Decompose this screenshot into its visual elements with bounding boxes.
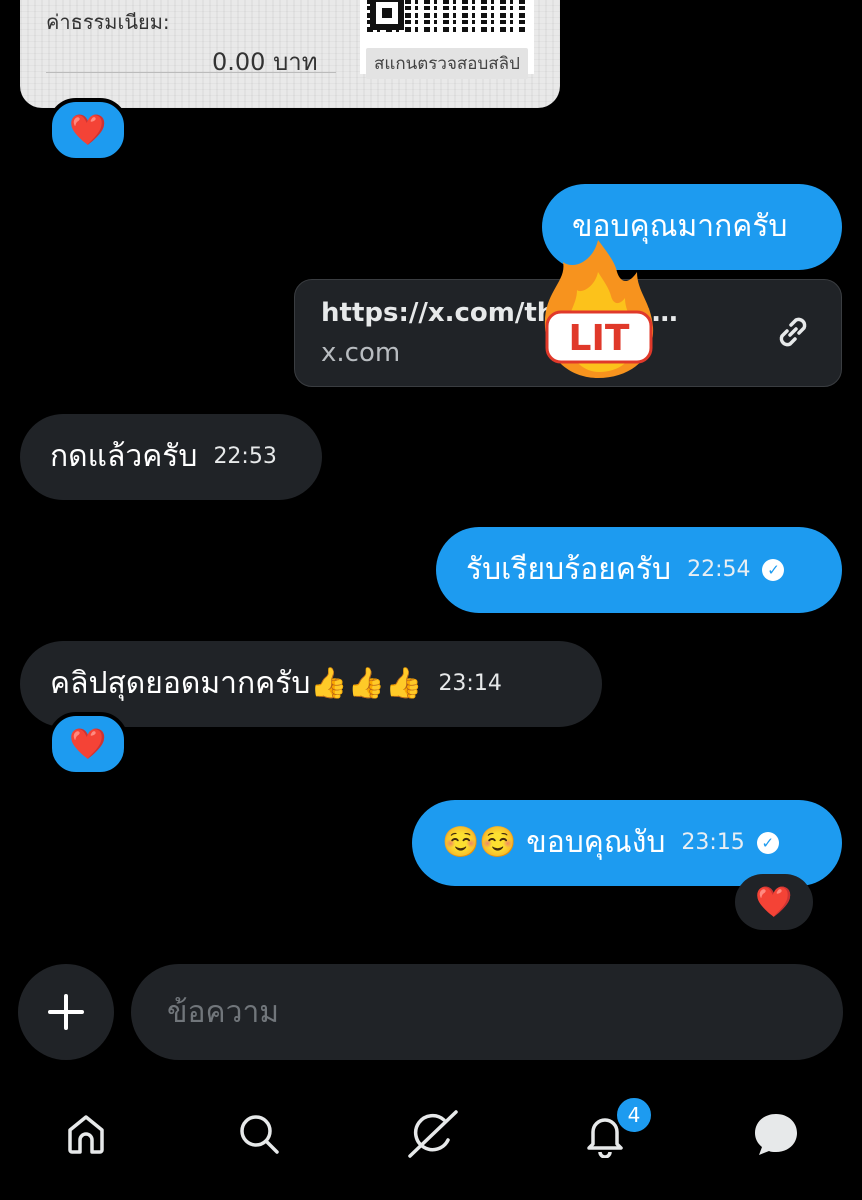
heart-icon: ❤️ [69, 112, 107, 148]
heart-icon: ❤️ [755, 884, 793, 920]
nav-home[interactable] [56, 1104, 116, 1164]
nav-grok[interactable] [402, 1104, 462, 1164]
fee-label: ค่าธรรมเนียม: [46, 10, 170, 34]
reaction-heart-receipt[interactable]: ❤️ [48, 98, 128, 162]
message-input[interactable]: ข้อความ [131, 964, 843, 1060]
message-bubble-out[interactable]: รับเรียบร้อยครับ 22:54 ✓ [436, 527, 842, 613]
message-bubble-in[interactable]: กดแล้วครับ 22:53 [20, 414, 322, 500]
reaction-heart-thanks[interactable]: ❤️ [735, 874, 813, 930]
nav-search[interactable] [229, 1104, 289, 1164]
link-domain: x.com [321, 338, 401, 368]
scan-label: สแกนตรวจสอบสลิป [366, 48, 528, 79]
lit-fire-sticker: LIT [544, 240, 654, 378]
reaction-heart-clip[interactable]: ❤️ [48, 712, 128, 776]
message-time: 22:53 [213, 444, 277, 469]
add-attachment-button[interactable] [18, 964, 114, 1060]
messages-icon [755, 1114, 797, 1155]
message-time: 23:15 [681, 830, 745, 855]
message-text: คลิปสุดยอดมากครับ👍👍👍 [50, 666, 423, 701]
message-time: 22:54 [687, 557, 751, 582]
read-check-icon: ✓ [756, 832, 779, 854]
heart-icon: ❤️ [69, 726, 107, 762]
fee-amount: 0.00 บาท [212, 48, 318, 76]
home-icon [68, 1115, 104, 1154]
receipt-image[interactable]: ค่าธรรมเนียม: 0.00 บาท สแกนตรวจสอบสลิป [20, 0, 560, 108]
message-text: รับเรียบร้อยครับ [466, 552, 672, 587]
message-input-placeholder: ข้อความ [167, 994, 280, 1030]
sticker-text: LIT [569, 318, 630, 359]
search-icon [240, 1115, 279, 1154]
message-time: 23:14 [438, 671, 502, 696]
grok-icon [408, 1110, 458, 1158]
read-check-icon: ✓ [762, 559, 785, 581]
message-text: ☺️☺️ ขอบคุณงับ [442, 825, 666, 860]
notifications-badge: 4 [615, 1096, 653, 1134]
fee-divider [46, 72, 336, 73]
link-icon[interactable] [773, 312, 813, 352]
plus-icon [48, 994, 84, 1030]
message-text: กดแล้วครับ [50, 439, 198, 474]
nav-messages[interactable] [746, 1104, 806, 1164]
qr-finder-pattern [370, 0, 404, 30]
